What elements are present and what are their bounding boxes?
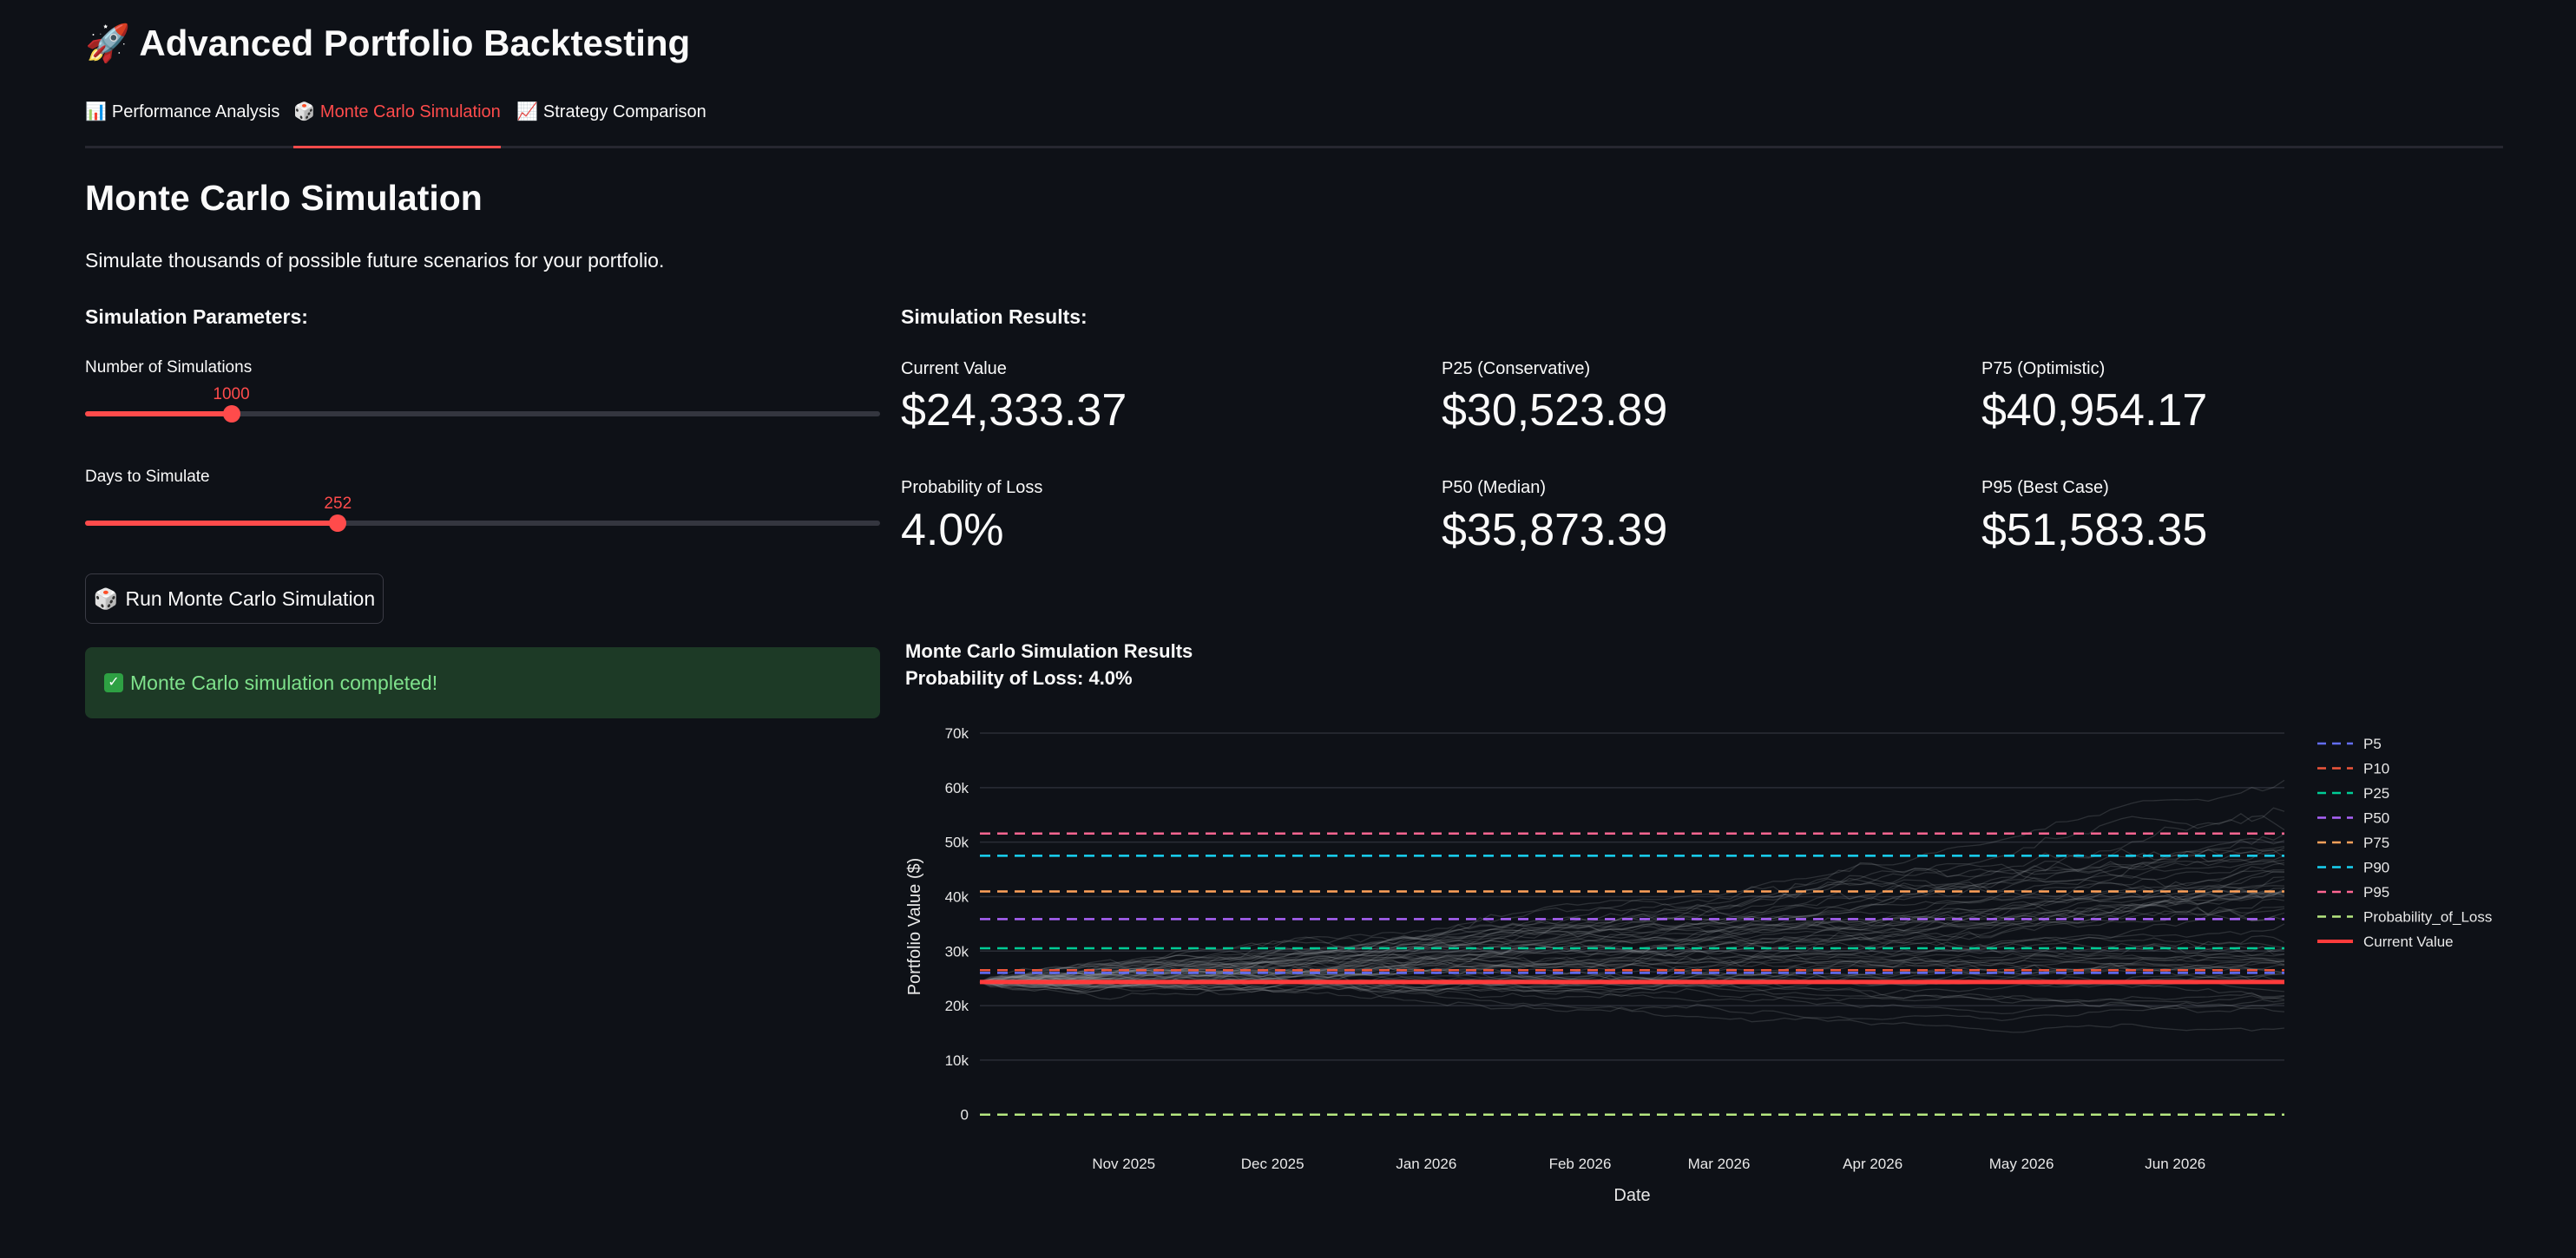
y-tick-label: 30k — [945, 943, 969, 960]
monte-carlo-chart: 0 10k 20k 30k 40k 50k 60k 70k Nov 2025 Dec 2025 Ja… — [905, 725, 2492, 1205]
x-tick-label: Jan 2026 — [1396, 1156, 1456, 1172]
legend-label[interactable]: P95 — [2363, 884, 2389, 901]
y-tick-label: 60k — [945, 780, 969, 796]
legend-label[interactable]: Current Value — [2363, 934, 2454, 950]
y-tick-label: 70k — [945, 725, 969, 742]
y-tick-label: 50k — [945, 835, 969, 851]
y-tick-label: 10k — [945, 1052, 969, 1069]
legend-label[interactable]: P50 — [2363, 810, 2389, 827]
legend-label[interactable]: P10 — [2363, 761, 2389, 777]
x-tick-label: May 2026 — [1989, 1156, 2054, 1172]
y-tick-label: 20k — [945, 998, 969, 1014]
y-axis-title: Portfolio Value ($) — [905, 858, 924, 996]
x-axis-title: Date — [1613, 1186, 1650, 1205]
y-tick-label: 0 — [961, 1107, 969, 1124]
legend-label[interactable]: P90 — [2363, 860, 2389, 876]
x-tick-label: Mar 2026 — [1688, 1156, 1751, 1172]
legend-label[interactable]: P75 — [2363, 835, 2389, 851]
legend-label[interactable]: P5 — [2363, 736, 2382, 752]
y-tick-label: 40k — [945, 888, 969, 905]
legend-label[interactable]: Probability_of_Loss — [2363, 909, 2492, 926]
x-tick-label: Feb 2026 — [1549, 1156, 1612, 1172]
legend-label[interactable]: P25 — [2363, 785, 2389, 802]
x-tick-label: Apr 2026 — [1843, 1156, 1902, 1172]
x-tick-label: Jun 2026 — [2145, 1156, 2205, 1172]
x-tick-label: Nov 2025 — [1092, 1156, 1155, 1172]
x-tick-label: Dec 2025 — [1241, 1156, 1304, 1172]
